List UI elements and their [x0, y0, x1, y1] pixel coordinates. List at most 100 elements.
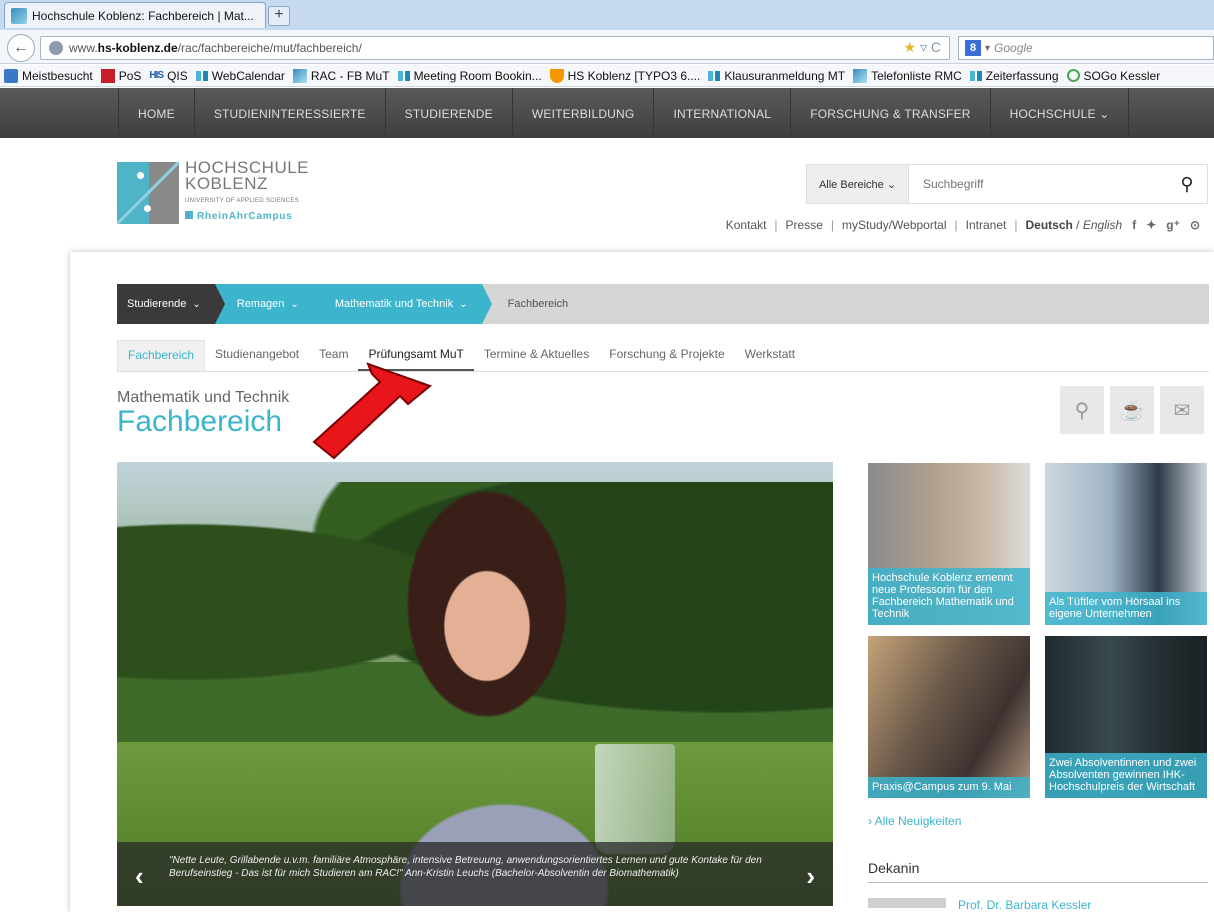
bookmark-label: Klausuranmeldung MT [724, 68, 846, 83]
logo-subtitle: UNIVERSITY OF APPLIED SCIENCES [185, 198, 299, 204]
all-news-link[interactable]: › Alle Neuigkeiten [868, 814, 961, 828]
twitter-icon[interactable]: ✦ [1146, 218, 1156, 232]
logo-text: HOCHSCHULE KOBLENZ [185, 158, 310, 193]
breadcrumb-mathematik[interactable]: Mathematik und Technik ⌄ [312, 284, 492, 324]
dropdown-icon[interactable]: ▿ [920, 39, 927, 55]
kontakt-link[interactable]: Kontakt [726, 218, 767, 232]
play-icon[interactable]: ⊙ [1190, 218, 1200, 232]
subtab-item[interactable]: Termine & Aktuelles [474, 340, 599, 371]
new-tab-button[interactable]: + [268, 6, 290, 26]
bookmark-item[interactable]: Telefonliste RMC [853, 68, 962, 83]
search-engine-dropdown-icon[interactable]: ▾ [985, 43, 990, 54]
subtab-item[interactable]: Forschung & Projekte [599, 340, 734, 371]
browser-search[interactable]: 8 ▾ Google [958, 36, 1214, 60]
bookmarks-bar: Meistbesucht PoS HIS QIS WebCalendar RAC - FB… [0, 65, 1214, 87]
google-icon: 8 [965, 40, 981, 56]
dekanin-heading: Dekanin [868, 860, 920, 876]
location-pin-icon[interactable]: ⚲ [1060, 386, 1104, 434]
chevron-down-icon: ⌄ [290, 298, 299, 310]
bookmark-item[interactable]: Meeting Room Bookin... [397, 68, 542, 83]
bookmark-hs-icon [292, 68, 307, 83]
browser-tab[interactable]: Hochschule Koblenz: Fachbereich | Mat... [4, 2, 266, 28]
coffee-icon[interactable]: ☕ [1110, 386, 1154, 434]
nav-item[interactable]: HOCHSCHULE ⌄ [991, 88, 1130, 138]
dekanin-name-link[interactable]: Prof. Dr. Barbara Kessler [958, 898, 1091, 912]
google-plus-icon[interactable]: g⁺ [1166, 218, 1180, 232]
globe-icon [49, 41, 63, 55]
bookmark-item[interactable]: HS Koblenz [TYPO3 6.... [549, 68, 700, 83]
dekanin-photo [868, 898, 946, 908]
bookmark-item[interactable]: SOGo Kessler [1066, 68, 1161, 83]
news-tile[interactable]: Als Tüftler vom Hörsaal ins eigene Unter… [1045, 463, 1207, 625]
bookmark-blue-icon [4, 68, 18, 83]
mystudy-link[interactable]: myStudy/Webportal [842, 218, 947, 232]
bookmark-star-icon[interactable]: ★ [904, 39, 917, 55]
tab-title: Hochschule Koblenz: Fachbereich | Mat... [32, 8, 254, 23]
slider-next-icon[interactable]: › [806, 861, 815, 892]
utility-links: Kontakt | Presse | myStudy/Webportal | Intr… [725, 218, 1200, 232]
presse-link[interactable]: Presse [786, 218, 823, 232]
nav-item[interactable]: STUDIENINTERESSIERTE [195, 88, 386, 138]
search-scope-select[interactable]: Alle Bereiche ⌄ [807, 165, 909, 203]
subtab-item[interactable]: Studienangebot [205, 340, 309, 371]
search-input[interactable] [909, 165, 1167, 203]
breadcrumb-remagen[interactable]: Remagen ⌄ [214, 284, 323, 324]
chevron-down-icon: ⌄ [459, 298, 468, 310]
bookmark-label: Meeting Room Bookin... [413, 68, 542, 83]
url-text: www.hs-koblenz.de/rac/fachbereiche/mut/f… [69, 41, 362, 55]
bookmark-red-icon [100, 68, 115, 83]
site-search: Alle Bereiche ⌄ ⚲ [806, 164, 1208, 204]
bookmark-item[interactable]: RAC - FB MuT [292, 68, 390, 83]
bookmark-item[interactable]: PoS [100, 68, 141, 83]
bookmark-item[interactable]: WebCalendar [195, 68, 285, 83]
subtab-item[interactable]: Fachbereich [117, 340, 206, 371]
browser-tabbar: Hochschule Koblenz: Fachbereich | Mat...… [0, 0, 1214, 30]
nav-item[interactable]: FORSCHUNG & TRANSFER [791, 88, 991, 138]
search-icon[interactable]: ⚲ [1167, 174, 1207, 195]
url-actions: ★ ▿ C [904, 39, 942, 56]
site-favicon-icon [11, 7, 27, 24]
bookmark-label: RAC - FB MuT [310, 68, 390, 83]
subnav-tabs: Fachbereich Studienangebot Team Prüfungsamt… [117, 340, 1209, 372]
slider-prev-icon[interactable]: ‹ [135, 861, 144, 892]
hs-koblenz-logo[interactable]: HOCHSCHULE KOBLENZ UNIVERSITY OF APPLIED … [117, 158, 327, 228]
bookmark-label: Telefonliste RMC [871, 68, 962, 83]
back-button[interactable]: ← [7, 34, 35, 62]
bookmark-item[interactable]: Klausuranmeldung MT [708, 69, 845, 83]
nav-item[interactable]: STUDIERENDE [386, 88, 513, 138]
divider [868, 882, 1208, 883]
bookmark-label: SOGo Kessler [1083, 68, 1161, 83]
url-bar[interactable]: www.hs-koblenz.de/rac/fachbereiche/mut/f… [40, 36, 950, 60]
breadcrumb-fachbereich: Fachbereich [507, 298, 569, 310]
intranet-link[interactable]: Intranet [966, 218, 1007, 232]
language-switch[interactable]: Deutsch / English [1025, 218, 1122, 232]
breadcrumb-studierende[interactable]: Studierende ⌄ [117, 284, 225, 324]
red-annotation-arrow-icon [312, 362, 433, 460]
reload-icon[interactable]: C [931, 39, 941, 55]
bookmark-item[interactable]: HIS QIS [149, 69, 187, 83]
bookmark-t3-icon [549, 68, 564, 83]
browser-navbar: ← www.hs-koblenz.de/rac/fachbereiche/mut… [0, 30, 1214, 64]
bookmark-his-icon: HIS [149, 70, 164, 81]
bookmark-item[interactable]: Zeiterfassung [969, 68, 1059, 83]
nav-item[interactable]: HOME [118, 88, 195, 138]
page-title: Fachbereich [117, 405, 283, 438]
news-tile[interactable]: Zwei Absolventinnen und zwei Absolventen… [1045, 636, 1207, 798]
nav-item[interactable]: WEITERBILDUNG [513, 88, 655, 138]
facebook-icon[interactable]: f [1132, 218, 1136, 232]
bookmark-label: Zeiterfassung [985, 68, 1059, 83]
bookmark-label: QIS [167, 68, 188, 83]
hero-caption: "Nette Leute, Grillabende u.v.m. familiä… [117, 842, 833, 906]
bookmark-label: WebCalendar [211, 68, 285, 83]
news-tile[interactable]: Hochschule Koblenz ernennt neue Professo… [868, 463, 1030, 625]
mail-icon[interactable]: ✉ [1160, 386, 1204, 434]
search-placeholder: Google [994, 41, 1033, 55]
logo-campus: RheinAhrCampus [185, 211, 293, 222]
bookmark-bar-icon [969, 70, 982, 81]
news-tile[interactable]: Praxis@Campus zum 9. Mai [868, 636, 1030, 798]
subtab-item[interactable]: Werkstatt [735, 340, 805, 371]
news-image [868, 636, 1030, 798]
bookmark-item[interactable]: Meistbesucht [4, 68, 93, 83]
chevron-down-icon: ⌄ [192, 298, 201, 310]
nav-item[interactable]: INTERNATIONAL [654, 88, 792, 138]
